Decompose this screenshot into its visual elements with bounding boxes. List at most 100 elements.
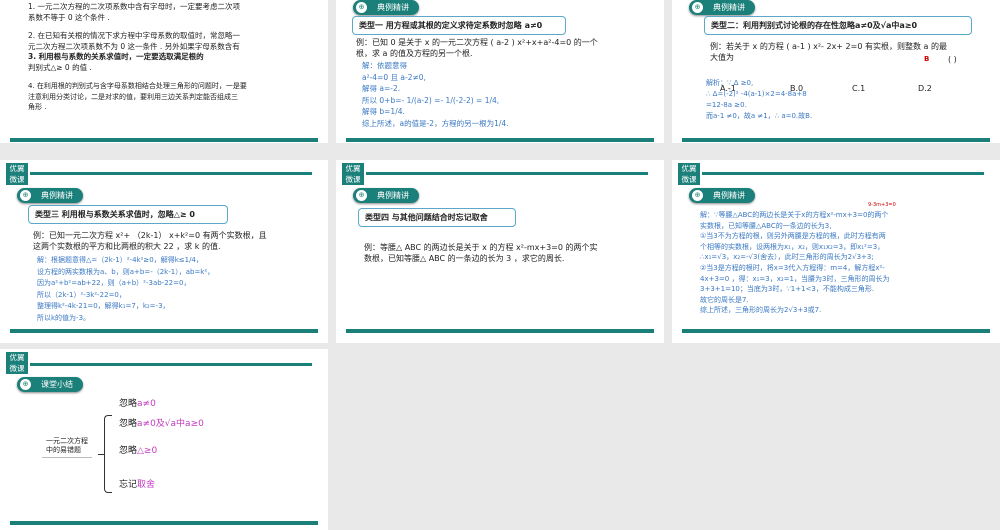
summary-line: 3. 利用根与系数的关系求值时，一定要选取满足根的 xyxy=(28,52,204,61)
question-line: 例：已知一元二次方程 x²+ （2k-1） x+k²=0 有两个实数根，且 xyxy=(33,231,267,240)
summary-line: 注意利用分类讨论，二是对求的值，要利用三边关系判定能否组成三 xyxy=(28,92,238,101)
option-c: C.1 xyxy=(852,84,866,93)
branch-2: 忽略a≠0及√a中a≥0 xyxy=(119,419,204,430)
section-badge: ⊕ 典例精讲 xyxy=(17,188,83,203)
type-title: 类型三 利用根与系数关系求值时，忽略△≥ 0 xyxy=(28,205,228,224)
question-line: 例：等腰△ ABC 的两边长是关于 x 的方程 x²-mx+3=0 的两个实 xyxy=(364,243,598,252)
branch-4: 忘记取舍 xyxy=(119,480,155,491)
top-line xyxy=(366,172,648,175)
solution: 解：∵等腰△ABC的两边长是关于x的方程x²-mx+3=0的两个 实数根，已知等… xyxy=(700,210,889,316)
solution-line: 3+3+1=10；当底为3时，∵1+1<3，不能构成三角形. xyxy=(700,285,875,294)
bottom-bar xyxy=(346,329,654,333)
solution-line: 解：依题意得 xyxy=(362,61,407,70)
badge-label: 典例精讲 xyxy=(41,191,73,200)
mindmap-root: 一元二次方程 中的易错题 xyxy=(42,435,92,458)
top-line xyxy=(702,172,984,175)
magnifier-icon: ⊕ xyxy=(20,190,31,201)
option-d: D.2 xyxy=(918,84,932,93)
top-line xyxy=(30,363,312,366)
question-line: 根，求 a 的值及方程的另一个根. xyxy=(356,49,473,58)
question: 例：若关于 x 的方程 ( a-1 ) x²- 2x+ 2=0 有实根，则整数 … xyxy=(710,41,947,63)
solution-line: 解：∵等腰△ABC的两边长是关于x的方程x²-mx+3=0的两个 xyxy=(700,211,889,219)
question-line: 大值为 xyxy=(710,53,734,62)
summary-line: 元二次方程二次项系数不为 0 这一条件 . 另外如果字母系数含有 xyxy=(28,41,240,51)
solution-line: 所以（2k-1）²-3k²-22=0， xyxy=(37,290,126,299)
summary-line: 2. 在已知有关根的情况下求方程中字母系数的取值时，常忽略一 xyxy=(28,31,241,40)
solution: 解：依题意得 a²-4=0 且 a-2≠0, 解得 a=-2. 所以 0+b=-… xyxy=(362,60,509,129)
slide-thumbnail-7[interactable]: 优翼微课 ⊕ 课堂小结 一元二次方程 中的易错题 忽略a≠0 忽略a≠0及√a中a… xyxy=(0,349,328,530)
badge-label: 典例精讲 xyxy=(377,3,409,12)
solution: 解析：∵ Δ ≥0, ∴ Δ=(-2)² -4(a-1)×2=4-8a+8 =1… xyxy=(706,78,812,122)
solution-line: 解得 a=-2. xyxy=(362,84,401,93)
brace-stem xyxy=(98,454,104,455)
summary-line: 角形 . xyxy=(28,103,47,111)
branch-highlight: 取舍 xyxy=(137,480,156,490)
solution-line: 解析：∵ Δ ≥0, xyxy=(706,79,754,87)
slide-thumbnail-3[interactable]: ⊕ 典例精讲 类型二：利用判别式讨论根的存在性忽略a≠0及√a中a≥0 例：若关于… xyxy=(672,0,1000,143)
bottom-bar xyxy=(346,138,654,142)
bottom-bar xyxy=(10,521,318,525)
solution: 解：根据题意得△=（2k-1）²-4k²≥0，解得k≤1/4， 设方程的两实数根… xyxy=(37,255,214,324)
summary-line: 4. 在利用根的判别式与含字母系数相结合处理三角形的问题时，一是要 xyxy=(28,82,247,90)
question-line: 数根，已知等腰△ ABC 的一条边的长为 3 ，求它的周长. xyxy=(364,254,565,263)
branch-prefix: 忽略 xyxy=(119,446,138,456)
magnifier-icon: ⊕ xyxy=(20,379,31,390)
slide-thumbnail-5[interactable]: 优翼微课 ⊕ 典例精讲 类型四 与其他问题结合时忘记取舍 例：等腰△ ABC 的两… xyxy=(336,160,664,343)
root-line: 中的易错题 xyxy=(46,446,81,454)
summary-line xyxy=(28,73,247,81)
solution-line: 所以 0+b=- 1/(a-2) =- 1/(-2-2) = 1/4, xyxy=(362,95,500,105)
question: 例：已知 0 是关于 x 的一元二次方程 ( a-2 ) x²+x+a²-4=0… xyxy=(356,37,598,59)
summary-line: 判别式△≥ 0 的值 . xyxy=(28,62,92,72)
magnifier-icon: ⊕ xyxy=(692,190,703,201)
bottom-bar xyxy=(10,138,318,142)
section-badge: ⊕ 典例精讲 xyxy=(689,0,755,15)
summary-list: 1. 一元二次方程的二次项系数中含有字母时，一定要考虑二次项 系数不等于 0 这… xyxy=(28,2,247,113)
solution-line: 设方程的两实数根为a、b，则a+b=-（2k-1），ab=k²， xyxy=(37,267,215,276)
branch-prefix: 忽略 xyxy=(119,419,138,429)
question: 例：等腰△ ABC 的两边长是关于 x 的方程 x²-mx+3=0 的两个实 数… xyxy=(364,242,598,264)
branch-prefix: 忽略 xyxy=(119,399,138,409)
question-line: 这两个实数根的平方和比两根的积大 22 ，求 k 的值. xyxy=(33,242,221,251)
magnifier-icon: ⊕ xyxy=(356,190,367,201)
branch-highlight: a≠0 xyxy=(137,399,156,409)
summary-line xyxy=(28,23,247,31)
solution-line: 综上所述，三角形的周长为2√3+3或7. xyxy=(700,306,822,315)
solution-line: 因为a²+b²=ab+22，则（a+b）²-3ab-22=0， xyxy=(37,279,191,287)
slide-thumbnail-4[interactable]: 优翼微课 ⊕ 典例精讲 类型三 利用根与系数关系求值时，忽略△≥ 0 例：已知一元… xyxy=(0,160,328,343)
solution-line: 4x+3=0 ，得：x₁=3，x₂=1，当腰为3时，三角形的周长为 xyxy=(700,274,890,283)
summary-line: 1. 一元二次方程的二次项系数中含有字母时，一定要考虑二次项 xyxy=(28,2,241,11)
slide-thumbnail-6[interactable]: 优翼微课 ⊕ 典例精讲 9-3m+3=0 解：∵等腰△ABC的两边长是关于x的方程… xyxy=(672,160,1000,343)
type-title: 类型二：利用判别式讨论根的存在性忽略a≠0及√a中a≥0 xyxy=(704,16,972,35)
logo: 优翼微课 xyxy=(6,163,28,185)
section-badge: ⊕ 典例精讲 xyxy=(689,188,755,203)
branch-highlight: △≥0 xyxy=(137,446,158,456)
answer-mark: B xyxy=(924,55,930,63)
solution-line: ∴x₁=√3，x₂=-√3(舍去），此时三角形的周长为2√3+3; xyxy=(700,253,874,262)
section-badge: ⊕ 典例精讲 xyxy=(353,0,419,15)
slide-thumbnail-1[interactable]: 1. 一元二次方程的二次项系数中含有字母时，一定要考虑二次项 系数不等于 0 这… xyxy=(0,0,328,143)
type-title: 类型一 用方程或其根的定义求待定系数时忽略 a≠0 xyxy=(352,16,566,35)
slide-thumbnail-2[interactable]: ⊕ 典例精讲 类型一 用方程或其根的定义求待定系数时忽略 a≠0 例：已知 0 是… xyxy=(336,0,664,143)
logo: 优翼微课 xyxy=(678,163,700,185)
solution-line: 整理得k²-4k-21=0，解得k₁=7，k₂=-3， xyxy=(37,302,170,310)
type-title: 类型四 与其他问题结合时忘记取舍 xyxy=(358,208,516,227)
solution-line: 而a-1 ≠0，故a ≠1，∴ a=0.故B. xyxy=(706,112,813,120)
solution-line: 综上所述，a的值是-2，方程的另一根为1/4. xyxy=(362,118,509,128)
magnifier-icon: ⊕ xyxy=(356,2,367,13)
branch-prefix: 忘记 xyxy=(119,480,138,490)
logo: 优翼微课 xyxy=(6,352,28,374)
branch-highlight: a≠0及√a中a≥0 xyxy=(137,419,204,429)
badge-label: 典例精讲 xyxy=(377,191,409,200)
solution-line: =12-8a ≥0. xyxy=(706,101,747,109)
solution-line: 所以k的值为-3。 xyxy=(37,313,91,322)
solution-line: ∴ Δ=(-2)² -4(a-1)×2=4-8a+8 xyxy=(706,90,807,98)
answer-parens: ( ) xyxy=(948,55,957,64)
branch-3: 忽略△≥0 xyxy=(119,446,157,457)
bottom-bar xyxy=(10,329,318,333)
top-line xyxy=(30,172,312,175)
solution-line: 解得 b=1/4. xyxy=(362,107,405,116)
badge-label: 课堂小结 xyxy=(41,380,73,389)
bottom-bar xyxy=(682,138,990,142)
summary-line: 系数不等于 0 这个条件 . xyxy=(28,12,110,22)
solution-line: a²-4=0 且 a-2≠0, xyxy=(362,72,426,82)
